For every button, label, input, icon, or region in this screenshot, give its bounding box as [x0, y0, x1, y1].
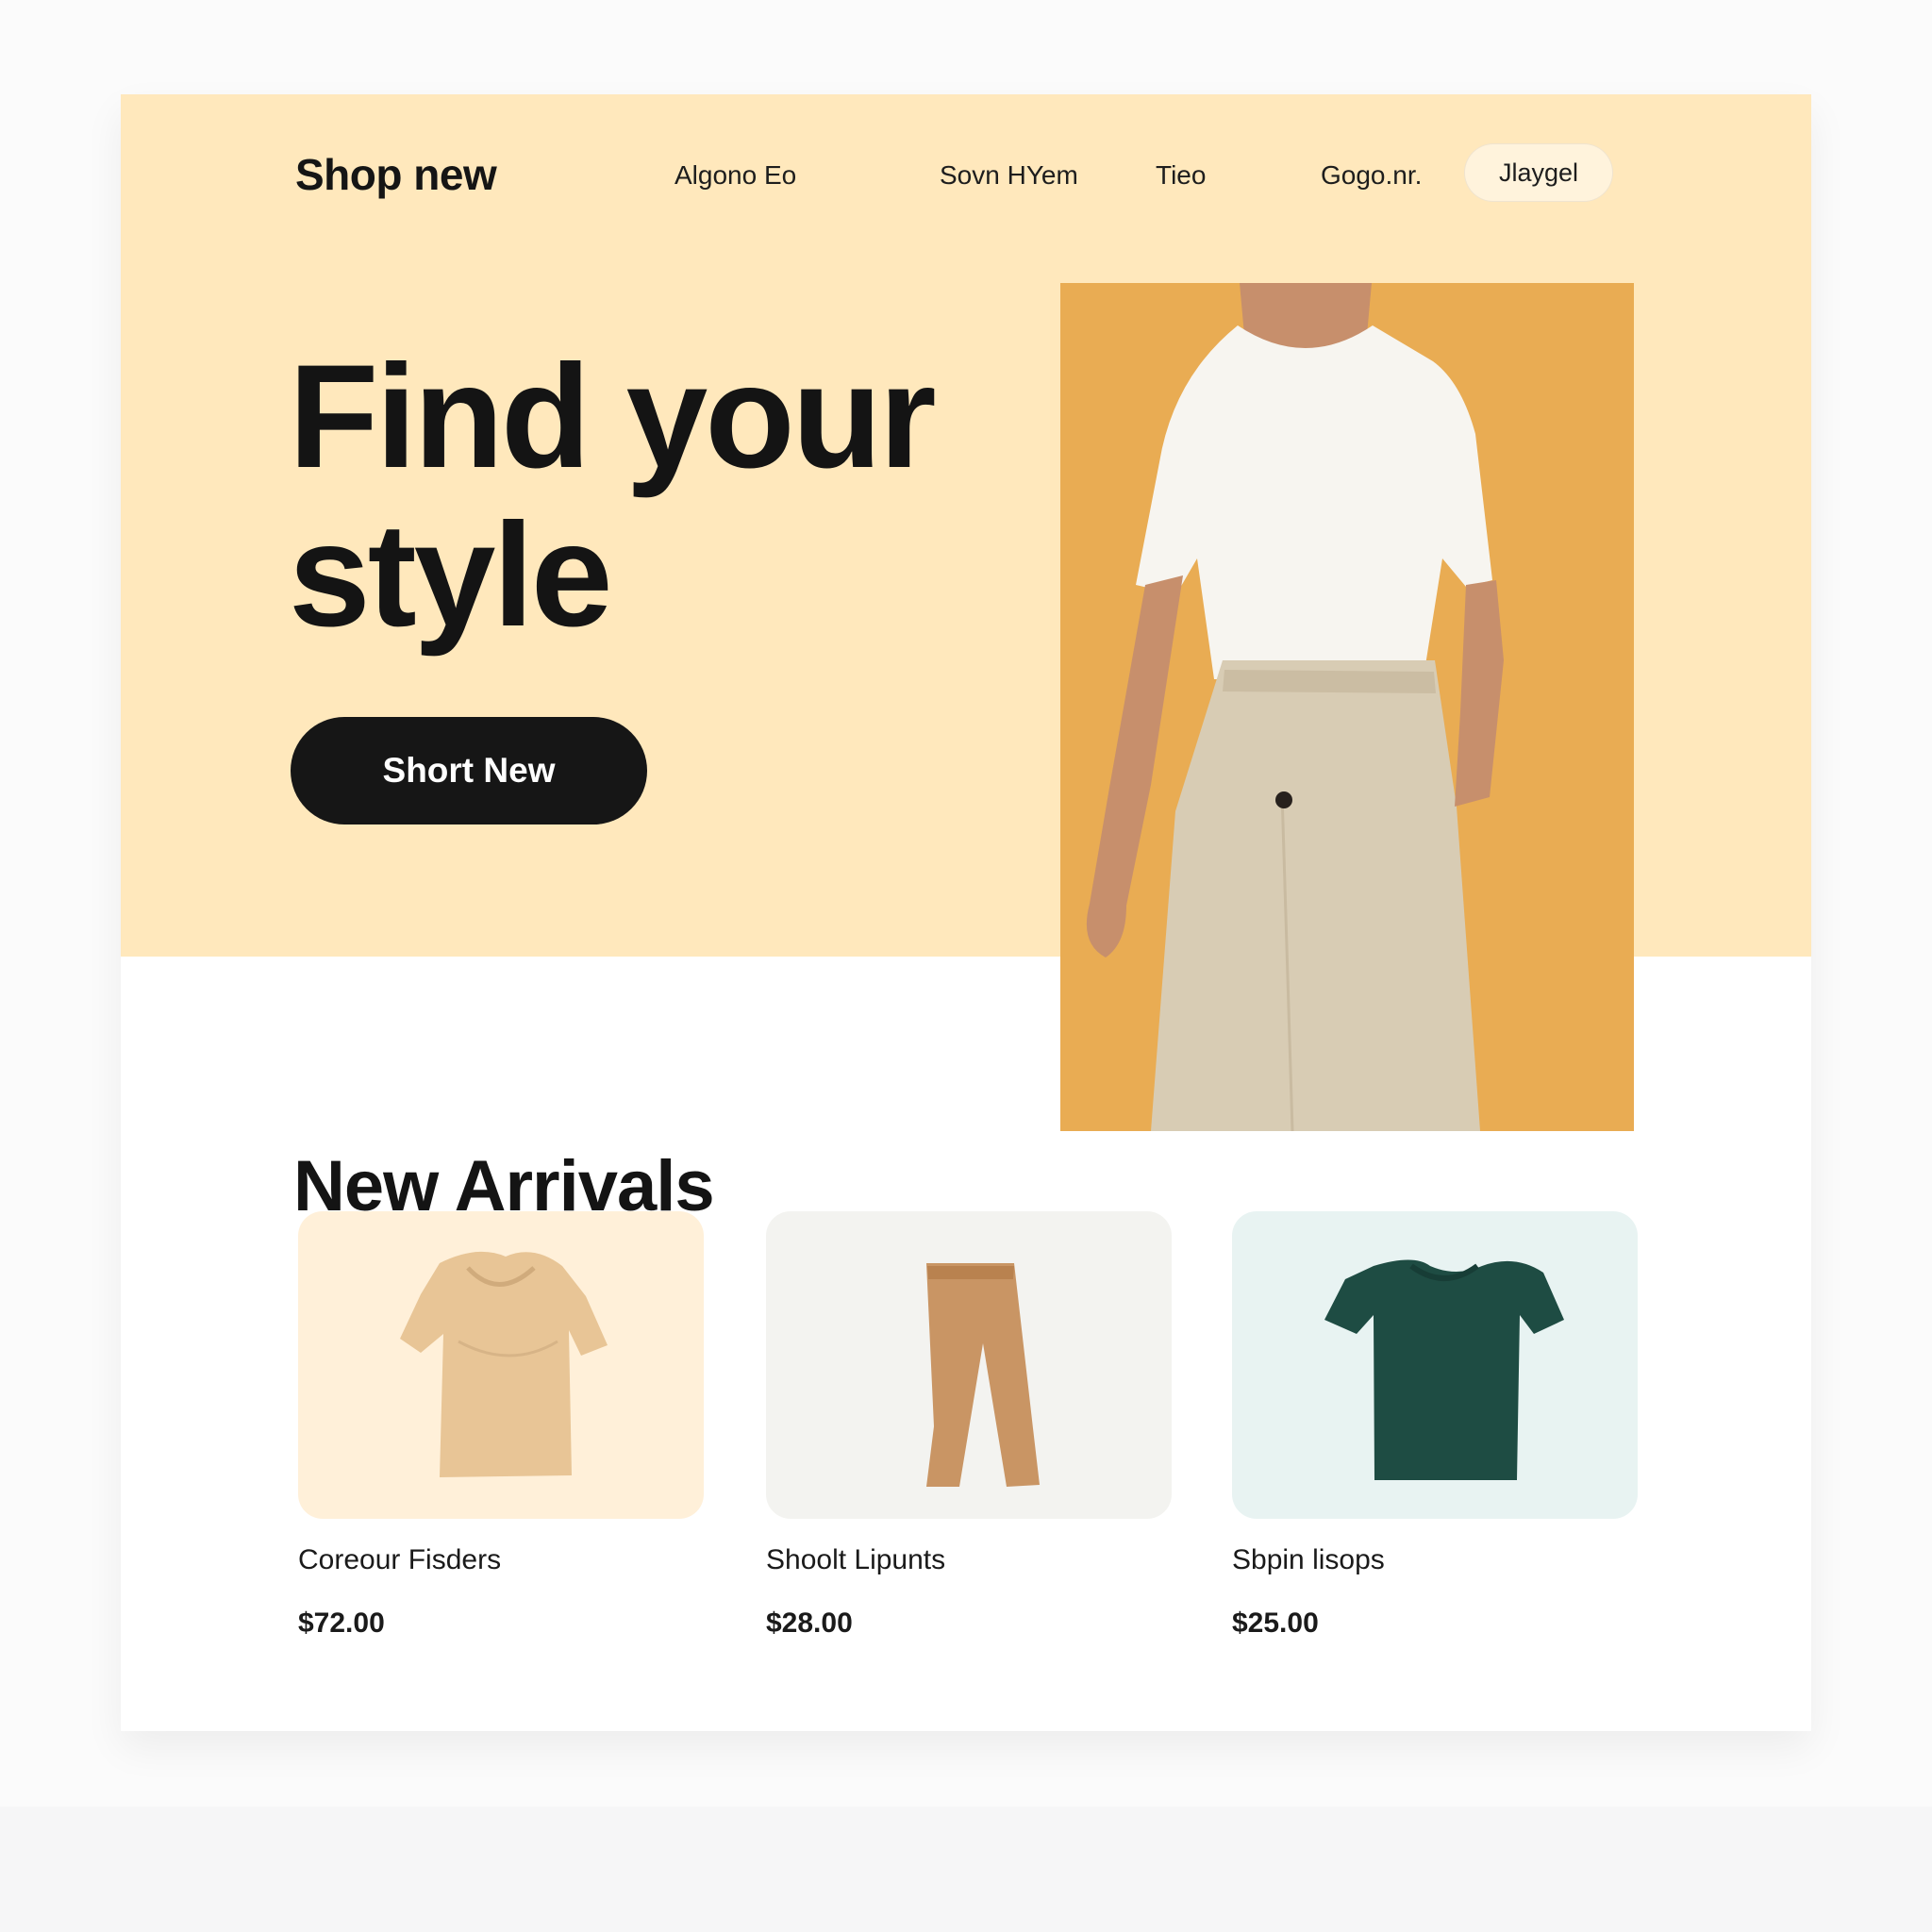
product-image-3[interactable] [1232, 1211, 1638, 1519]
product-card-3[interactable]: Sbpin lisops $25.00 [1232, 1211, 1638, 1639]
dark-green-tshirt-image [1324, 1259, 1564, 1480]
bottom-strip [0, 1807, 1932, 1932]
product-image-1[interactable] [298, 1211, 704, 1519]
product-card-1[interactable]: Coreour Fisders $72.00 [298, 1211, 704, 1639]
product-price-1: $72.00 [298, 1607, 385, 1639]
product-name-3[interactable]: Sbpin lisops [1232, 1544, 1385, 1576]
nav-link-3[interactable]: Tieo [1156, 160, 1206, 191]
account-button[interactable]: Jlaygel [1464, 143, 1613, 202]
model-illustration [1060, 283, 1634, 1131]
shop-website: Shop new Algono Eo Sovn HYem Tieo Gogo.n… [121, 94, 1811, 1731]
nav-link-1[interactable]: Algono Eo [675, 160, 796, 191]
product-name-1[interactable]: Coreour Fisders [298, 1544, 501, 1576]
product-price-2: $28.00 [766, 1607, 853, 1639]
product-price-3: $25.00 [1232, 1607, 1319, 1639]
product-name-2[interactable]: Shoolt Lipunts [766, 1544, 945, 1576]
beige-shirt-image [400, 1251, 608, 1477]
nav-link-4[interactable]: Gogo.nr. [1321, 160, 1422, 191]
nav-link-2[interactable]: Sovn HYem [940, 160, 1078, 191]
tan-pants-image [926, 1263, 1040, 1487]
product-image-2[interactable] [766, 1211, 1172, 1519]
brand-logo[interactable]: Shop new [295, 149, 497, 200]
hero-model-photo [1060, 283, 1634, 1131]
shop-now-button[interactable]: Short New [291, 717, 647, 824]
product-card-2[interactable]: Shoolt Lipunts $28.00 [766, 1211, 1172, 1639]
hero-title: Find your style [289, 335, 937, 658]
